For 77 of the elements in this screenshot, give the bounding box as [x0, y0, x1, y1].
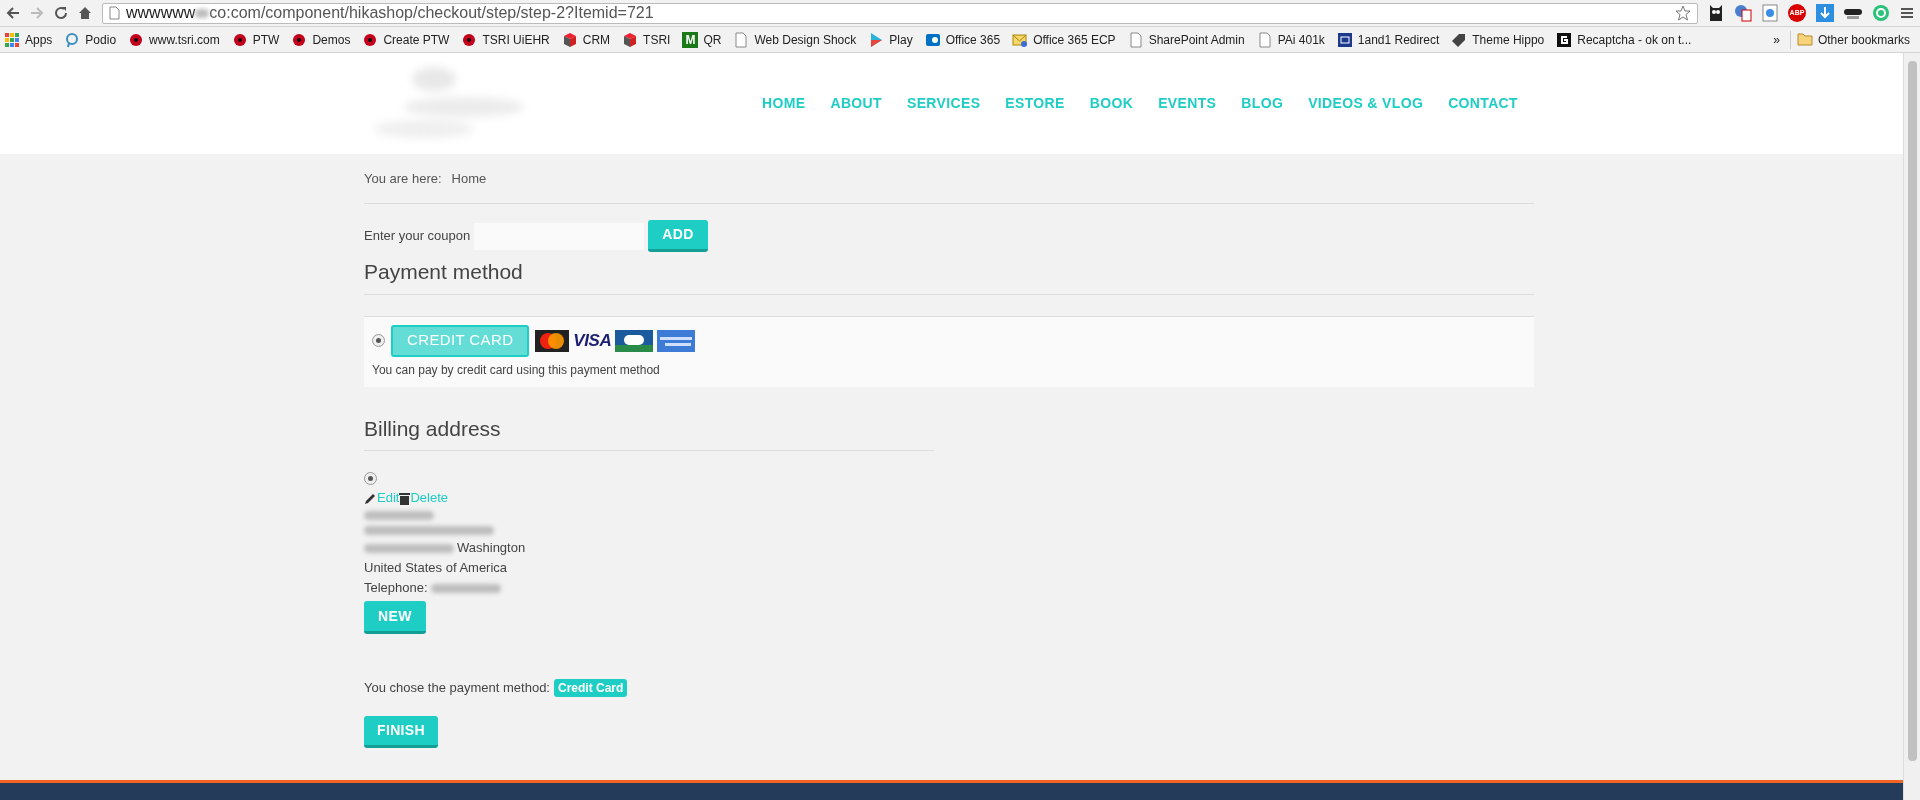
url-text: wwwwww: [126, 3, 196, 23]
g-icon: [1556, 31, 1573, 48]
bookmarks-overflow[interactable]: »: [1763, 30, 1790, 49]
dot-icon: [461, 31, 478, 48]
mastercard-icon: [535, 329, 570, 352]
podio-icon: [64, 31, 81, 48]
address-country: United States of America: [364, 561, 509, 575]
bookmark[interactable]: 1and1 Redirect: [1336, 30, 1440, 49]
amex-card-icon: [657, 329, 696, 352]
download-icon[interactable]: [1816, 4, 1834, 22]
mask-icon[interactable]: [1844, 6, 1862, 20]
bookmark[interactable]: Podio: [64, 30, 117, 49]
scrollbar[interactable]: [1903, 53, 1920, 800]
address-city: Washington: [457, 541, 526, 555]
star-icon[interactable]: [1675, 5, 1691, 21]
bookmark[interactable]: Play: [868, 30, 913, 49]
telephone-label: Telephone:: [364, 581, 428, 595]
breadcrumb-label: You are here:: [364, 169, 442, 188]
cube-icon: [561, 31, 578, 48]
qr-bookmark-icon: M: [682, 31, 699, 48]
dot-icon: [291, 31, 308, 48]
cb-card-icon: [615, 329, 654, 352]
bookmark[interactable]: CRM: [561, 30, 611, 49]
pdf-icon[interactable]: [1734, 4, 1752, 22]
redacted-text: [430, 583, 501, 593]
dot-icon: [128, 31, 145, 48]
home-icon[interactable]: [78, 6, 92, 20]
owl-icon[interactable]: [1708, 4, 1724, 22]
radio-button[interactable]: [372, 334, 385, 347]
bookmark[interactable]: Office 365 ECP: [1012, 30, 1116, 49]
cube-icon: [622, 31, 639, 48]
page-icon: [109, 6, 120, 20]
radio-button[interactable]: [364, 472, 377, 485]
payment-method-badge: Credit Card: [554, 678, 628, 697]
back-icon[interactable]: [6, 6, 20, 20]
square-icon: [1336, 31, 1353, 48]
menu-icon[interactable]: [1900, 6, 1914, 20]
url-text: co:com/component/hikashop/checkout/step/step-2?Itemid=721: [209, 3, 654, 23]
page-icon: [1256, 31, 1273, 48]
bookmark[interactable]: PAi 401k: [1256, 30, 1325, 49]
envelope-icon: [1012, 31, 1029, 48]
visa-logo: VISA: [573, 332, 612, 349]
address-bar[interactable]: wwwwww co:com/component/hikashop/checkout/step/step-2?Itemid=721: [102, 2, 1698, 24]
tag-icon: [1451, 31, 1468, 48]
payment-description: You can pay by credit card using this payment method: [372, 361, 661, 379]
bookmark[interactable]: Recaptcha - ok on t...: [1556, 30, 1692, 49]
summary-text: You chose the payment method:: [364, 679, 550, 697]
trash-icon: [399, 491, 411, 505]
section-heading: Payment method: [364, 256, 1534, 295]
dot-icon: [362, 31, 379, 48]
pencil-icon: [364, 491, 377, 505]
bookmark[interactable]: M QR: [682, 30, 722, 49]
sharepoint-icon: [924, 31, 941, 48]
section-heading: Billing address: [364, 412, 934, 451]
dot-icon: [231, 31, 248, 48]
bookmark[interactable]: Apps: [4, 30, 53, 49]
coupon-label: Enter your coupon: [364, 227, 471, 246]
breadcrumb-link[interactable]: Home: [451, 168, 487, 189]
bookmark[interactable]: Office 365: [924, 30, 1001, 49]
bookmark[interactable]: PTW: [231, 30, 280, 49]
grid-icon: [4, 31, 20, 48]
page-icon: [1127, 31, 1144, 48]
reload-icon[interactable]: [54, 6, 68, 20]
bookmark[interactable]: www.tsri.com: [128, 30, 220, 49]
page-icon: [733, 31, 750, 48]
redacted-text: [364, 511, 434, 520]
bookmark[interactable]: Create PTW: [362, 30, 450, 49]
bookmark[interactable]: Demos: [291, 30, 351, 49]
bookmark[interactable]: SharePoint Admin: [1127, 30, 1245, 49]
bookmark[interactable]: TSRI: [622, 30, 671, 49]
bookmark[interactable]: Theme Hippo: [1451, 30, 1545, 49]
bookmark[interactable]: TSRI UiEHR: [461, 30, 550, 49]
bookmark[interactable]: Web Design Shock: [733, 30, 857, 49]
other-bookmarks[interactable]: Other bookmarks: [1789, 30, 1916, 49]
redacted-url: [195, 8, 210, 18]
folder-icon: [1796, 33, 1813, 46]
document-icon[interactable]: [1762, 4, 1778, 22]
